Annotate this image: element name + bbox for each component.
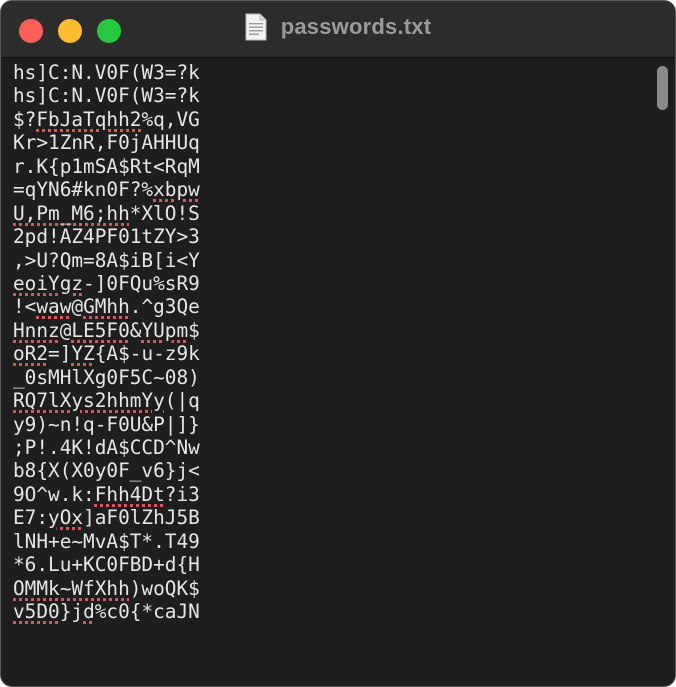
text-run: ,>U?Qm=8A$iB[i<Y <box>13 248 200 272</box>
window-title-group: passwords.txt <box>1 13 675 45</box>
text-editor-window: passwords.txt hs]C:N.V0F(W3=?k hs]C:N.V0F… <box>0 0 676 687</box>
text-line: lNH+e~MvA$T*.T49 <box>13 530 633 553</box>
text-line: ,>U?Qm=8A$iB[i<Y <box>13 249 633 272</box>
text-line: Kr>1ZnR,F0jAHHUq <box>13 131 633 154</box>
text-run: )woQK$ <box>129 576 200 600</box>
text-line: v5D0}jd%c0{*caJN <box>13 600 633 623</box>
title-bar[interactable]: passwords.txt <box>1 1 675 58</box>
text-run: lNH+e~MvA$T*.T49 <box>13 529 200 553</box>
text-run: b8{X(X0y0F_v6}j< <box>13 459 200 483</box>
text-run: $? <box>13 107 37 131</box>
text-line: 2pd!AZ4PF01tZY>3 <box>13 225 633 248</box>
window-title: passwords.txt <box>280 14 432 39</box>
text-line: y9)~n!q-F0U&P|]} <box>13 413 633 436</box>
text-line: r.K{p1mSA$Rt<RqM <box>13 155 633 178</box>
misspelled-word: v5D0 <box>13 600 60 624</box>
misspelled-word: OMMk~WfXhh <box>13 576 130 600</box>
document-icon <box>245 13 267 41</box>
text-run: y9)~n!q-F0U&P|]} <box>13 412 200 436</box>
text-run: %c0{*caJN <box>94 600 200 624</box>
text-run: $ <box>188 318 200 342</box>
text-run: (|q <box>164 389 200 413</box>
text-line: OMMk~WfXhh)woQK$ <box>13 577 633 600</box>
text-run: r.K{p1mSA$Rt<RqM <box>13 154 200 178</box>
vertical-scrollbar[interactable] <box>653 58 675 686</box>
misspelled-word: YZ <box>71 342 95 366</box>
text-line: RQ7lXys2hhmYy(|q <box>13 389 633 412</box>
text-run: %q,VG <box>141 107 200 131</box>
editor-content[interactable]: hs]C:N.V0F(W3=?k hs]C:N.V0F(W3=?k $?FbJaTq… <box>1 58 675 686</box>
text-run: ?i3 <box>164 482 200 506</box>
text-run: .^g3Qe <box>129 295 200 319</box>
scrollbar-thumb[interactable] <box>657 66 668 110</box>
text-run: @ <box>59 318 72 342</box>
text-run: =] <box>48 342 72 366</box>
text-run: 2pd!AZ4PF01tZY>3 <box>13 225 200 249</box>
misspelled-word: LE5F0 <box>71 318 130 342</box>
text-line: $?FbJaTqhh2%q,VG <box>13 108 633 131</box>
text-run: {A$-u-z9k <box>94 342 200 366</box>
text-run: } <box>59 600 72 624</box>
misspelled-word: jd <box>71 600 95 624</box>
text-run: ]aF0lZhJ5B <box>83 506 200 530</box>
text-run: -]0FQu%sR9 <box>83 271 200 295</box>
text-run: *XlO!S <box>129 201 200 225</box>
text-run: _0sMHlXg0F5C~08) <box>13 365 200 389</box>
text-line: eoiYgz-]0FQu%sR9 <box>13 272 633 295</box>
misspelled-word: oR2 <box>13 342 49 366</box>
misspelled-word: U,Pm_M6;hh <box>13 201 130 225</box>
misspelled-word: eoiYgz <box>13 271 84 295</box>
text-run: @ <box>71 295 84 319</box>
misspelled-word: FbJaTqhh2 <box>36 107 142 131</box>
text-line: hs]C:N.V0F(W3=?k <box>13 61 633 84</box>
text-run: E7: <box>13 506 49 530</box>
text-run: !< <box>13 295 37 319</box>
text-run: hs]C:N.V0F(W3=?k <box>13 61 200 84</box>
text-run: *6.Lu+KC0FBD+d{H <box>13 553 200 577</box>
text-run: & <box>129 318 142 342</box>
text-line: oR2=]YZ{A$-u-z9k <box>13 342 633 365</box>
text-run: Kr>1ZnR,F0jAHHUq <box>13 131 200 155</box>
text-line: !<waw@GMhh.^g3Qe <box>13 295 633 318</box>
text-line: ;P!.4K!dA$CCD^Nw <box>13 436 633 459</box>
misspelled-word: waw <box>36 295 72 319</box>
text-line: U,Pm_M6;hh*XlO!S <box>13 202 633 225</box>
text-line: hs]C:N.V0F(W3=?k <box>13 84 633 107</box>
text-line: E7:yOx]aF0lZhJ5B <box>13 506 633 529</box>
text-line: =qYN6#kn0F?%xbpw <box>13 178 633 201</box>
document-text-area[interactable]: hs]C:N.V0F(W3=?k hs]C:N.V0F(W3=?k $?FbJaTq… <box>13 58 633 624</box>
misspelled-word: Hnnz <box>13 318 60 342</box>
text-run: ;P!.4K!dA$CCD^Nw <box>13 436 200 459</box>
misspelled-word: YUpm <box>141 318 189 342</box>
text-line: Hnnz@LE5F0&YUpm$ <box>13 319 633 342</box>
misspelled-word: GMhh <box>83 295 130 319</box>
misspelled-word: RQ7lXys2hhmYy <box>13 389 165 413</box>
misspelled-word: Fhh4Dt <box>94 482 165 506</box>
text-run: 9O^w.k: <box>13 482 95 506</box>
text-run: =qYN6#kn0F?% <box>13 178 154 202</box>
misspelled-word: xbpw <box>153 178 200 202</box>
text-line: *6.Lu+KC0FBD+d{H <box>13 553 633 576</box>
text-run: hs]C:N.V0F(W3=?k <box>13 84 200 108</box>
text-line: _0sMHlXg0F5C~08) <box>13 366 633 389</box>
misspelled-word: yOx <box>48 506 84 530</box>
text-line: b8{X(X0y0F_v6}j< <box>13 459 633 482</box>
text-line: 9O^w.k:Fhh4Dt?i3 <box>13 483 633 506</box>
